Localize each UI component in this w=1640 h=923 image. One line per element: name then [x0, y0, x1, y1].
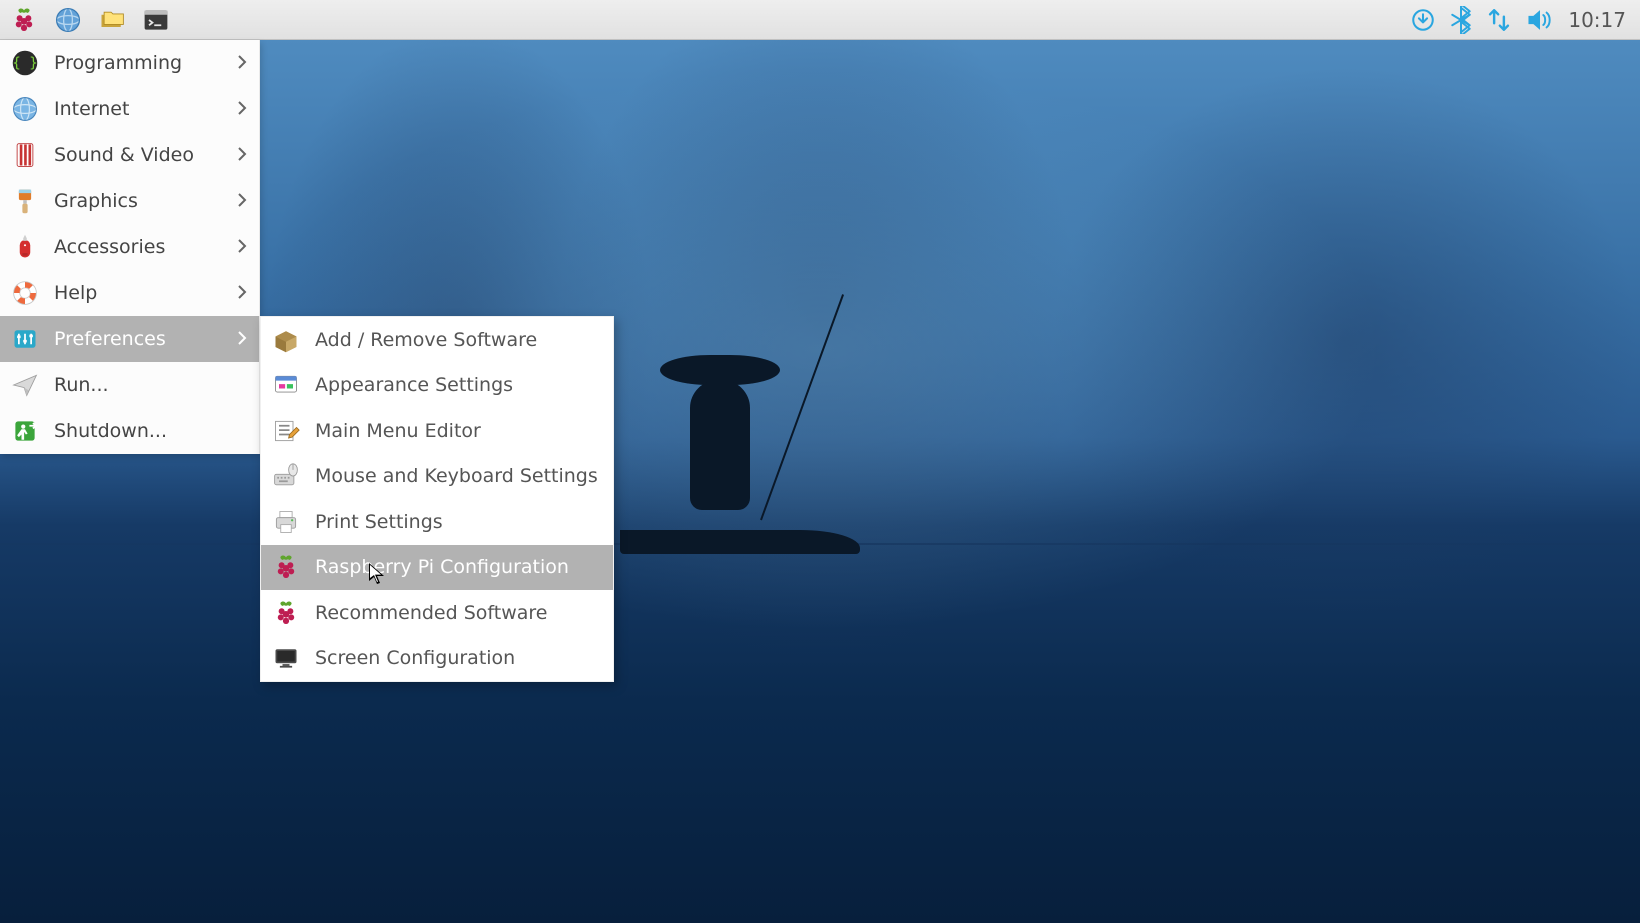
network-icon[interactable]: [1486, 7, 1512, 33]
exit-icon: [10, 416, 40, 446]
submenu-item-label: Main Menu Editor: [315, 420, 481, 442]
submenu-item-label: Mouse and Keyboard Settings: [315, 465, 598, 487]
application-menu: { } Programming Internet Sound & Video Graph…: [0, 40, 260, 454]
printer-icon: [271, 507, 301, 537]
menu-item-label: Preferences: [54, 328, 166, 350]
menu-item-run[interactable]: Run...: [0, 362, 259, 408]
submenu-item-label: Print Settings: [315, 511, 443, 533]
submenu-item-label: Recommended Software: [315, 602, 547, 624]
chevron-right-icon: [237, 282, 247, 304]
menu-item-label: Graphics: [54, 190, 138, 212]
menu-item-preferences[interactable]: Preferences: [0, 316, 259, 362]
package-icon: [271, 325, 301, 355]
chevron-right-icon: [237, 190, 247, 212]
submenu-item-screen-configuration[interactable]: Screen Configuration: [261, 636, 613, 682]
submenu-item-label: Raspberry Pi Configuration: [315, 556, 569, 578]
taskbar-launchers: [6, 2, 174, 38]
globe-icon: [54, 6, 82, 34]
chevron-right-icon: [237, 236, 247, 258]
bluetooth-icon[interactable]: [1450, 6, 1472, 34]
menu-item-programming[interactable]: { } Programming: [0, 40, 259, 86]
menu-item-graphics[interactable]: Graphics: [0, 178, 259, 224]
menu-item-label: Run...: [54, 374, 109, 396]
submenu-item-appearance-settings[interactable]: Appearance Settings: [261, 363, 613, 409]
monitor-icon: [271, 643, 301, 673]
chevron-right-icon: [237, 98, 247, 120]
menu-item-help[interactable]: Help: [0, 270, 259, 316]
submenu-item-mouse-and-keyboard-settings[interactable]: Mouse and Keyboard Settings: [261, 454, 613, 500]
paperplane-icon: [10, 370, 40, 400]
media-icon: [10, 140, 40, 170]
raspberry-icon: [10, 6, 38, 34]
appearance-icon: [271, 370, 301, 400]
menu-item-shutdown[interactable]: Shutdown...: [0, 408, 259, 454]
menu-button[interactable]: [6, 2, 42, 38]
lifebuoy-icon: [10, 278, 40, 308]
menu-item-internet[interactable]: Internet: [0, 86, 259, 132]
menu-item-label: Shutdown...: [54, 420, 167, 442]
submenu-item-raspberry-pi-configuration[interactable]: Raspberry Pi Configuration: [261, 545, 613, 591]
updates-icon[interactable]: [1410, 7, 1436, 33]
menu-item-label: Help: [54, 282, 97, 304]
sliders-icon: [10, 324, 40, 354]
preferences-submenu: Add / Remove Software Appearance Settings…: [260, 316, 614, 682]
chevron-right-icon: [237, 144, 247, 166]
brush-icon: [10, 186, 40, 216]
folders-icon: [98, 6, 126, 34]
submenu-item-print-settings[interactable]: Print Settings: [261, 499, 613, 545]
menu-item-accessories[interactable]: Accessories: [0, 224, 259, 270]
swissknife-icon: [10, 232, 40, 262]
submenu-item-label: Appearance Settings: [315, 374, 513, 396]
menueditor-icon: [271, 416, 301, 446]
terminal-launcher[interactable]: [138, 2, 174, 38]
submenu-item-label: Add / Remove Software: [315, 329, 537, 351]
taskbar: 10:17: [0, 0, 1640, 40]
chevron-right-icon: [237, 52, 247, 74]
taskbar-clock[interactable]: 10:17: [1568, 8, 1634, 32]
terminal-icon: [142, 6, 170, 34]
submenu-item-recommended-software[interactable]: Recommended Software: [261, 590, 613, 636]
menu-item-label: Sound & Video: [54, 144, 194, 166]
chevron-right-icon: [237, 328, 247, 350]
file-manager-launcher[interactable]: [94, 2, 130, 38]
submenu-item-label: Screen Configuration: [315, 647, 515, 669]
taskbar-tray: 10:17: [1410, 6, 1634, 34]
svg-text:{ }: { }: [12, 55, 37, 71]
submenu-item-main-menu-editor[interactable]: Main Menu Editor: [261, 408, 613, 454]
volume-icon[interactable]: [1526, 7, 1554, 33]
menu-item-label: Accessories: [54, 236, 165, 258]
menu-item-label: Internet: [54, 98, 129, 120]
raspberry-icon: [271, 598, 301, 628]
mousekbd-icon: [271, 461, 301, 491]
submenu-item-add-remove-software[interactable]: Add / Remove Software: [261, 317, 613, 363]
code-icon: { }: [10, 48, 40, 78]
browser-launcher[interactable]: [50, 2, 86, 38]
globe-icon: [10, 94, 40, 124]
raspberry-icon: [271, 552, 301, 582]
menu-item-sound-video[interactable]: Sound & Video: [0, 132, 259, 178]
menu-item-label: Programming: [54, 52, 182, 74]
